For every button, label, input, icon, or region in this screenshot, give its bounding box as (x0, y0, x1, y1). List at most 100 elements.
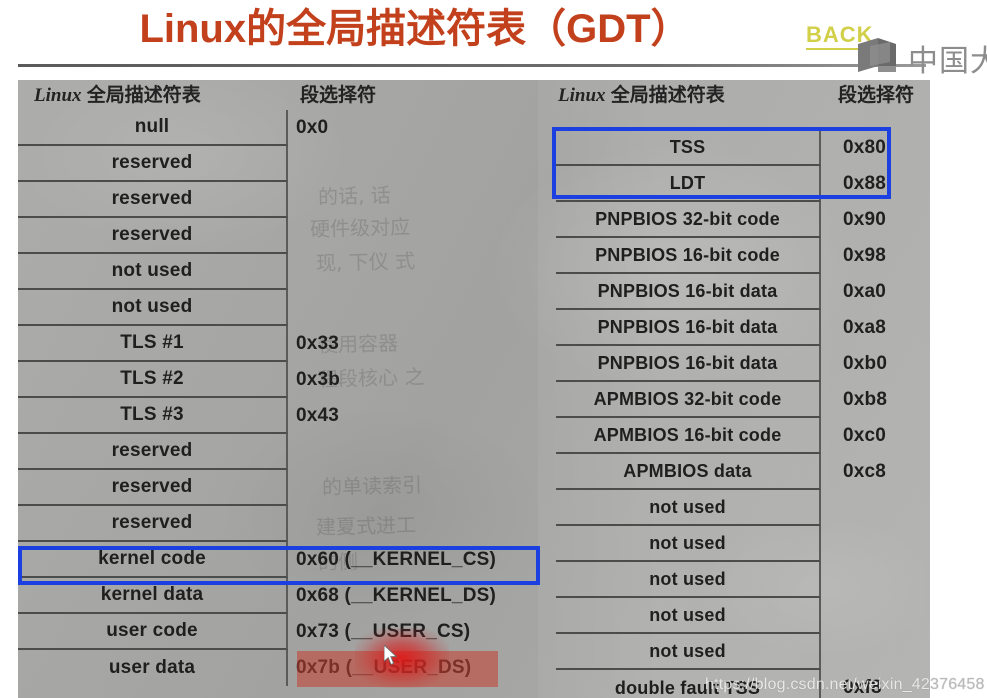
table-row[interactable]: PNPBIOS 16-bit data 0xa8 (556, 310, 930, 346)
table-row[interactable]: not used (556, 526, 930, 562)
descriptor-name: APMBIOS 16-bit code (556, 418, 821, 454)
segment-selector: 0x88 (843, 173, 887, 194)
descriptor-name: not used (556, 490, 821, 526)
table-row[interactable]: PNPBIOS 16-bit code 0x98 (556, 238, 930, 274)
descriptor-name: APMBIOS data (556, 454, 821, 490)
table-row[interactable]: null 0x0 (18, 110, 538, 146)
descriptor-name: TSS (556, 130, 821, 166)
segment-selector: 0x33 (296, 333, 340, 354)
table-row[interactable]: not used (556, 598, 930, 634)
segment-selector: 0x43 (296, 405, 340, 426)
table-row[interactable]: reserved (18, 182, 538, 218)
table-row[interactable]: LDT 0x88 (556, 166, 930, 202)
table-row[interactable]: not used (556, 634, 930, 670)
descriptor-name: not used (556, 634, 821, 670)
table-row[interactable]: not used (18, 254, 538, 290)
table-row[interactable]: APMBIOS data 0xc8 (556, 454, 930, 490)
segment-selector: 0x98 (843, 245, 887, 266)
table-row[interactable]: TSS 0x80 (556, 130, 930, 166)
table-row[interactable]: APMBIOS 16-bit code 0xc0 (556, 418, 930, 454)
segment-selector (288, 506, 538, 542)
segment-selector (821, 526, 930, 562)
descriptor-name: not used (18, 254, 288, 290)
table-row[interactable]: user data 0x7b (__USER_DS) (18, 650, 538, 686)
table-left-header-latin: Linux (34, 85, 82, 106)
segment-selector (821, 490, 930, 526)
descriptor-name: PNPBIOS 16-bit data (556, 346, 821, 382)
descriptor-name: APMBIOS 32-bit code (556, 382, 821, 418)
table-left-selector-header: 段选择符 (300, 85, 377, 106)
segment-selector (288, 146, 538, 182)
descriptor-name: LDT (556, 166, 821, 202)
table-row[interactable]: PNPBIOS 16-bit data 0xb0 (556, 346, 930, 382)
segment-selector: 0xb0 (843, 353, 888, 374)
title-divider (18, 64, 926, 67)
descriptor-name: reserved (18, 506, 288, 542)
table-row[interactable]: kernel code 0x60 (__KERNEL_CS) (18, 542, 538, 578)
segment-selector (288, 434, 538, 470)
descriptor-name: not used (556, 526, 821, 562)
descriptor-name: PNPBIOS 32-bit code (556, 202, 821, 238)
table-row[interactable]: APMBIOS 32-bit code 0xb8 (556, 382, 930, 418)
gdt-diagram-image: 的话, 话 硬件级对应 现, 下仪 式 使用容器 程段核心 之 的单读索引 建夏… (18, 80, 930, 698)
segment-selector: 0x3b (296, 369, 341, 390)
segment-selector: 0x68 (__KERNEL_DS) (296, 585, 497, 606)
descriptor-name: PNPBIOS 16-bit data (556, 274, 821, 310)
table-row[interactable]: reserved (18, 434, 538, 470)
table-right-header-latin: Linux (558, 85, 606, 106)
segment-selector: 0xc8 (843, 461, 887, 482)
descriptor-name: reserved (18, 434, 288, 470)
table-row[interactable]: reserved (18, 146, 538, 182)
table-row[interactable]: not used (18, 290, 538, 326)
table-row[interactable]: kernel data 0x68 (__KERNEL_DS) (18, 578, 538, 614)
descriptor-name: PNPBIOS 16-bit data (556, 310, 821, 346)
segment-selector: 0x0 (296, 117, 329, 138)
segment-selector: 0x80 (843, 137, 887, 158)
table-row[interactable]: TLS #3 0x43 (18, 398, 538, 434)
descriptor-name: reserved (18, 470, 288, 506)
descriptor-name: kernel data (18, 578, 288, 614)
segment-selector (288, 290, 538, 326)
descriptor-name: null (18, 110, 288, 146)
page-title: Linux的全局描述符表（GDT） (139, 7, 691, 51)
descriptor-name: TLS #1 (18, 326, 288, 362)
descriptor-name: user code (18, 614, 288, 650)
segment-selector (821, 562, 930, 598)
segment-selector (288, 470, 538, 506)
watermark: https://blog.csdn.net/weixin_42376458 (705, 676, 985, 694)
descriptor-name: kernel code (18, 542, 288, 578)
table-row[interactable]: not used (556, 562, 930, 598)
descriptor-name: reserved (18, 182, 288, 218)
segment-selector (821, 634, 930, 670)
table-row[interactable]: PNPBIOS 16-bit data 0xa0 (556, 274, 930, 310)
descriptor-name: not used (556, 598, 821, 634)
descriptor-name: TLS #3 (18, 398, 288, 434)
segment-selector: 0xa8 (843, 317, 887, 338)
segment-selector: 0xc0 (843, 425, 887, 446)
segment-selector (288, 218, 538, 254)
descriptor-name: TLS #2 (18, 362, 288, 398)
table-row[interactable]: not used (556, 490, 930, 526)
descriptor-name: not used (556, 562, 821, 598)
org-logo: 中国大 (856, 34, 987, 79)
slide-root: Linux的全局描述符表（GDT） BACK 中国大 的话, 话 硬件级对应 现… (0, 0, 987, 698)
table-row[interactable]: TLS #1 0x33 (18, 326, 538, 362)
descriptor-name: reserved (18, 146, 288, 182)
descriptor-name: user data (18, 650, 288, 686)
segment-selector: 0x7b (__USER_DS) (296, 657, 472, 678)
segment-selector: 0x90 (843, 209, 887, 230)
table-row[interactable]: PNPBIOS 32-bit code 0x90 (556, 202, 930, 238)
table-row[interactable]: TLS #2 0x3b (18, 362, 538, 398)
table-left-header: Linux 全局描述符表 (34, 80, 201, 107)
segment-selector: 0xa0 (843, 281, 887, 302)
segment-selector: 0x73 (__USER_CS) (296, 621, 471, 642)
table-row[interactable]: reserved (18, 506, 538, 542)
segment-selector: 0x60 (__KERNEL_CS) (296, 549, 497, 570)
table-row[interactable]: reserved (18, 218, 538, 254)
table-row[interactable]: user code 0x73 (__USER_CS) (18, 614, 538, 650)
segment-selector (821, 598, 930, 634)
table-left-header-cjk: 全局描述符表 (81, 85, 201, 106)
descriptor-name: reserved (18, 218, 288, 254)
table-row[interactable]: reserved (18, 470, 538, 506)
table-right-header-cjk: 全局描述符表 (605, 85, 725, 106)
